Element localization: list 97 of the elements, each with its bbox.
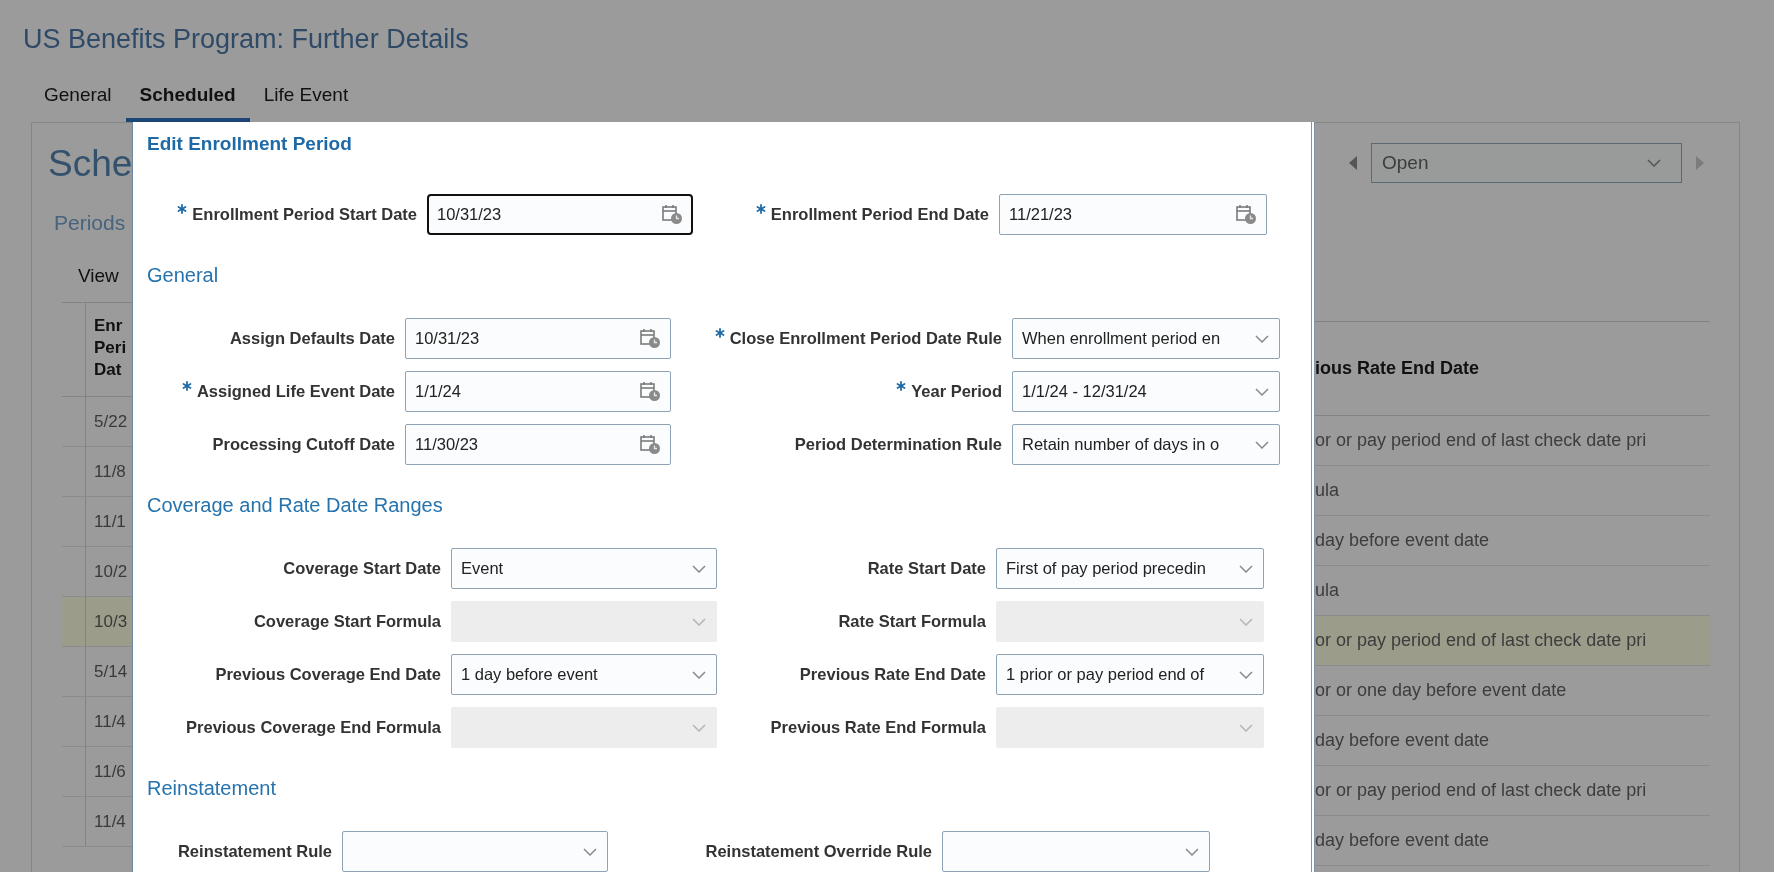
chevron-icon <box>1239 564 1253 573</box>
date-field[interactable]: 11/30/23 <box>405 424 671 465</box>
column-header: ious Rate End Date <box>1315 358 1480 379</box>
table-row[interactable]: day before event date <box>1315 816 1710 866</box>
view-menu[interactable]: View <box>78 264 119 288</box>
table-cell: or or one day before event date <box>1315 680 1567 701</box>
calendar-icon[interactable] <box>639 327 661 349</box>
table-cell: ula <box>1315 580 1340 601</box>
chevron-icon <box>692 617 706 626</box>
select-field[interactable] <box>342 831 608 872</box>
field-label: Reinstatement Rule <box>177 842 332 861</box>
table-cell: 10/3 <box>94 611 128 632</box>
field-label: Previous Rate End Date <box>799 665 986 684</box>
table-cell: 11/8 <box>94 461 126 482</box>
table-row[interactable]: 10/3 <box>62 597 132 647</box>
chevron-icon <box>1239 617 1253 626</box>
required-icon <box>177 204 188 214</box>
required-icon <box>755 204 766 214</box>
chevron-icon <box>1239 670 1253 679</box>
page-title: US Benefits Program: Further Details <box>23 23 470 56</box>
table-row[interactable]: or or pay period end of last check date pri <box>1315 766 1710 816</box>
table-cell: or or pay period end of last check date pri <box>1315 630 1647 651</box>
field-label: Assign Defaults Date <box>229 329 395 348</box>
field-label: Period Determination Rule <box>794 435 1002 454</box>
chevron-icon <box>583 847 597 856</box>
field-label: Enrollment Period End Date <box>770 205 989 224</box>
calendar-icon[interactable] <box>639 433 661 455</box>
field-label: Coverage Start Formula <box>253 612 441 631</box>
table-row[interactable]: or or pay period end of last check date pri <box>1315 416 1710 466</box>
chevron-icon <box>1239 723 1253 732</box>
chevron-icon <box>692 723 706 732</box>
left-arrow-icon[interactable] <box>1348 155 1358 171</box>
table-cell: 5/14 <box>94 661 128 682</box>
table-cell: 5/22 <box>94 411 128 432</box>
table-row[interactable]: day before event date <box>1315 516 1710 566</box>
table-cell: 11/4 <box>94 811 126 832</box>
section-heading: Sche <box>48 142 132 186</box>
tab[interactable]: Life Event <box>249 78 363 122</box>
chevron-icon <box>692 670 706 679</box>
table-cell: or or pay period end of last check date pri <box>1315 430 1647 451</box>
section-heading: General <box>147 263 220 287</box>
required-icon <box>714 328 725 338</box>
select-field[interactable]: When enrollment period en <box>1012 318 1280 359</box>
select-field[interactable]: 1 day before event <box>451 654 717 695</box>
date-field[interactable]: 11/21/23 <box>999 194 1267 235</box>
chevron-icon <box>1255 334 1269 343</box>
date-field[interactable]: 10/31/23 <box>427 194 693 235</box>
date-field[interactable]: 1/1/24 <box>405 371 671 412</box>
section-heading: Reinstatement <box>147 776 277 800</box>
date-field[interactable]: 10/31/23 <box>405 318 671 359</box>
chevron-icon <box>1255 387 1269 396</box>
table-cell: 11/6 <box>94 761 126 782</box>
table-row[interactable]: day before event date <box>1315 716 1710 766</box>
chevron-icon <box>1647 159 1661 167</box>
field-label: Previous Coverage End Date <box>215 665 441 684</box>
field-label: Rate Start Formula <box>838 612 986 631</box>
field-label: Previous Coverage End Formula <box>186 718 441 737</box>
field-label: Processing Cutoff Date <box>212 435 395 454</box>
chevron-icon <box>1255 440 1269 449</box>
table-row[interactable]: or or one day before event date <box>1315 666 1710 716</box>
select-field[interactable]: 1/1/24 - 12/31/24 <box>1012 371 1280 412</box>
select-field[interactable]: First of pay period precedin <box>996 548 1264 589</box>
field-label: Assigned Life Event Date <box>196 382 395 401</box>
field-label: Coverage Start Date <box>283 559 441 578</box>
table-row[interactable]: or or pay period end of last check date pri <box>1315 616 1710 666</box>
select-field[interactable]: Event <box>451 548 717 589</box>
tab[interactable]: General <box>30 78 126 122</box>
calendar-icon[interactable] <box>661 203 683 225</box>
table-cell: or or pay period end of last check date pri <box>1315 780 1647 801</box>
select-field[interactable]: Retain number of days in o <box>1012 424 1280 465</box>
table-row[interactable]: ula <box>1315 466 1710 516</box>
field-label: Year Period <box>911 382 1002 401</box>
field-label: Rate Start Date <box>867 559 986 578</box>
table-cell: day before event date <box>1315 830 1490 851</box>
table-cell: 10/2 <box>94 561 128 582</box>
table-cell: ula <box>1315 480 1340 501</box>
section-subheading: Periods <box>54 210 127 236</box>
required-icon <box>181 381 192 391</box>
chevron-icon <box>1185 847 1199 856</box>
table-cell: 11/4 <box>94 711 126 732</box>
table-cell: 11/1 <box>94 511 126 532</box>
select-field[interactable]: 1 prior or pay period end of <box>996 654 1264 695</box>
table-cell: day before event date <box>1315 530 1490 551</box>
chevron-icon <box>692 564 706 573</box>
dialog-title: Edit Enrollment Period <box>147 132 353 156</box>
calendar-icon[interactable] <box>639 380 661 402</box>
select-field[interactable]: Open <box>1371 143 1682 183</box>
select-field[interactable] <box>942 831 1210 872</box>
field-label: Previous Rate End Formula <box>770 718 986 737</box>
right-arrow-icon[interactable] <box>1695 155 1705 171</box>
field-label: Enrollment Period Start Date <box>192 205 417 224</box>
table-cell: day before event date <box>1315 730 1490 751</box>
section-heading: Coverage and Rate Date Ranges <box>147 493 444 517</box>
field-label: Reinstatement Override Rule <box>705 842 932 861</box>
field-label: Close Enrollment Period Date Rule <box>729 329 1002 348</box>
calendar-icon[interactable] <box>1235 203 1257 225</box>
required-icon <box>896 381 907 391</box>
